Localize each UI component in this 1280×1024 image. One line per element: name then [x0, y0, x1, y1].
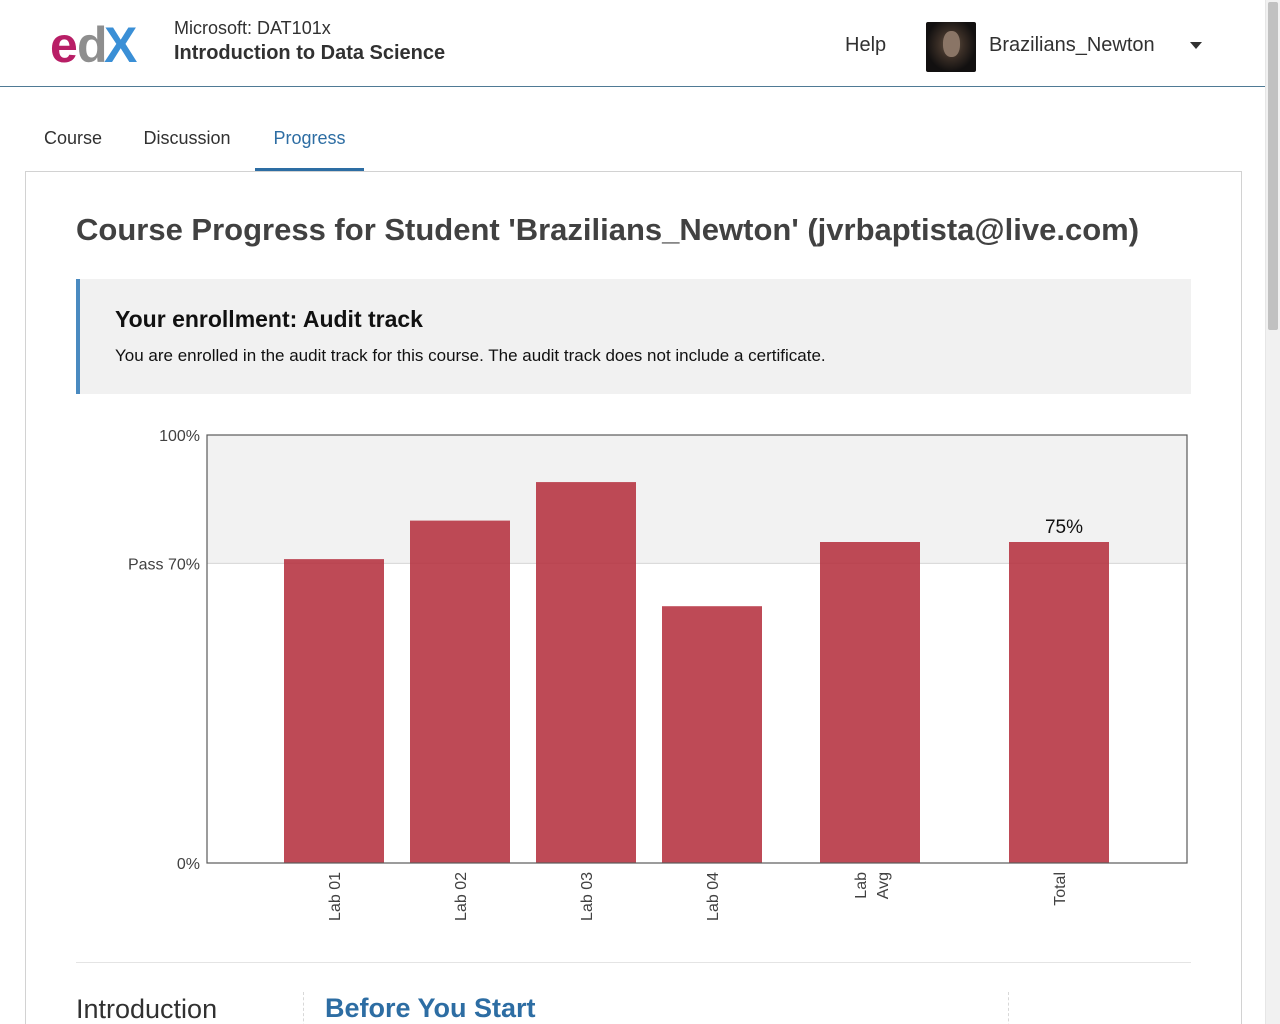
chevron-down-icon[interactable] — [1190, 42, 1202, 49]
enrollment-notice: Your enrollment: Audit track You are enr… — [76, 279, 1191, 394]
course-org: Microsoft: DAT101x — [174, 18, 331, 38]
page-title: Course Progress for Student 'Brazilians_… — [76, 212, 1140, 247]
column-divider — [1008, 992, 1009, 1024]
site-header: e d X Microsoft: DAT101x Introduction to… — [0, 0, 1265, 87]
column-divider — [303, 992, 304, 1024]
tab-course[interactable]: Course — [25, 110, 121, 168]
svg-text:X: X — [104, 18, 137, 68]
page: e d X Microsoft: DAT101x Introduction to… — [0, 0, 1265, 1024]
tab-progress[interactable]: Progress — [255, 110, 364, 172]
subsection-link[interactable]: Before You Start — [325, 993, 536, 1024]
svg-text:e: e — [50, 18, 77, 68]
user-menu[interactable]: Brazilians_Newton — [926, 22, 1216, 74]
edx-logo[interactable]: e d X — [50, 18, 150, 68]
svg-text:d: d — [77, 18, 105, 68]
chapter-title: Introduction — [76, 994, 218, 1024]
divider — [76, 962, 1191, 963]
scrollbar-thumb[interactable] — [1268, 2, 1278, 330]
enrollment-text: You are enrolled in the audit track for … — [115, 346, 826, 365]
tab-discussion[interactable]: Discussion — [135, 110, 239, 168]
scrollbar[interactable] — [1265, 0, 1280, 1024]
course-title: Introduction to Data Science — [174, 42, 446, 64]
help-link[interactable]: Help — [845, 34, 886, 57]
username[interactable]: Brazilians_Newton — [989, 34, 1155, 57]
avatar[interactable] — [926, 22, 976, 72]
course-tabs: Course Discussion Progress — [25, 110, 625, 172]
enrollment-title: Your enrollment: Audit track — [115, 306, 423, 332]
